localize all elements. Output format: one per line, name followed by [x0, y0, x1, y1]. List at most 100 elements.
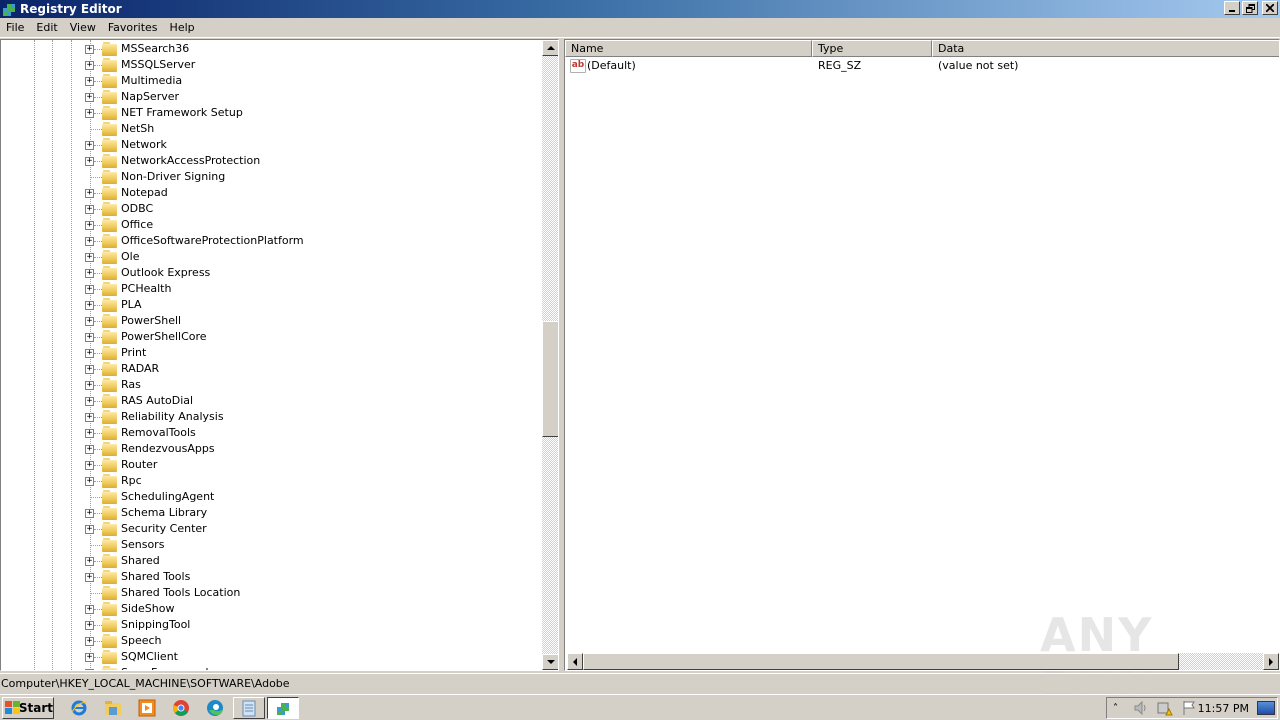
expand-icon[interactable]: + [85, 141, 94, 150]
tree-item[interactable]: + Rpc [1, 473, 542, 489]
tree-item[interactable]: + SQMClient [1, 649, 542, 665]
expand-icon[interactable]: + [85, 525, 94, 534]
expand-icon[interactable]: + [85, 621, 94, 630]
tree-item[interactable]: + Ole [1, 249, 542, 265]
tree-item[interactable]: + Network [1, 137, 542, 153]
value-row[interactable]: ab (Default) REG_SZ (value not set) [565, 58, 1279, 74]
tree-item[interactable]: + RemovalTools [1, 425, 542, 441]
expand-icon[interactable]: + [85, 669, 94, 670]
edge-icon[interactable] [205, 698, 225, 718]
tree-item[interactable]: + Notepad [1, 185, 542, 201]
tree-item[interactable]: + RendezvousApps [1, 441, 542, 457]
scroll-right-button[interactable] [1263, 653, 1279, 670]
expand-icon[interactable]: + [85, 365, 94, 374]
tree-item[interactable]: NetSh [1, 121, 542, 137]
expand-icon[interactable]: + [85, 461, 94, 470]
tree-item[interactable]: + Speech [1, 633, 542, 649]
tree-item[interactable]: + Sync Framework [1, 665, 542, 670]
horizontal-scroll-thumb[interactable] [583, 653, 1179, 670]
expand-icon[interactable]: + [85, 157, 94, 166]
tree-item[interactable]: + RAS AutoDial [1, 393, 542, 409]
minimize-button[interactable] [1224, 1, 1240, 15]
show-desktop-button[interactable] [1257, 701, 1275, 715]
registry-key-tree[interactable]: + MSSearch36 + MSSQLServer + Multimedia + NapSe… [0, 39, 559, 671]
expand-icon[interactable]: + [85, 45, 94, 54]
tree-item[interactable]: + SnippingTool [1, 617, 542, 633]
tree-item[interactable]: + NetworkAccessProtection [1, 153, 542, 169]
tree-item[interactable]: + Security Center [1, 521, 542, 537]
tree-item[interactable]: + Outlook Express [1, 265, 542, 281]
internet-explorer-icon[interactable] [69, 698, 89, 718]
expand-icon[interactable]: + [85, 93, 94, 102]
tree-item[interactable]: + Shared Tools [1, 569, 542, 585]
tree-item[interactable]: + PLA [1, 297, 542, 313]
column-header-name[interactable]: Name [565, 40, 812, 57]
expand-icon[interactable]: + [85, 557, 94, 566]
expand-icon[interactable]: + [85, 189, 94, 198]
tree-item[interactable]: + MSSQLServer [1, 57, 542, 73]
expand-icon[interactable]: + [85, 333, 94, 342]
start-button[interactable]: Start [2, 697, 54, 719]
expand-icon[interactable]: + [85, 413, 94, 422]
column-header-data[interactable]: Data [932, 40, 1279, 57]
notepad-task-button[interactable] [233, 697, 265, 719]
tree-item[interactable]: + RADAR [1, 361, 542, 377]
close-button[interactable] [1262, 1, 1278, 15]
restore-button[interactable] [1242, 1, 1258, 15]
scroll-down-button[interactable] [542, 654, 558, 670]
scroll-thumb[interactable] [542, 321, 558, 437]
show-hidden-icons-button[interactable]: ˄ [1113, 703, 1118, 714]
expand-icon[interactable]: + [85, 301, 94, 310]
expand-icon[interactable]: + [85, 445, 94, 454]
expand-icon[interactable]: + [85, 317, 94, 326]
clock[interactable]: 11:57 PM [1198, 702, 1249, 715]
menu-view[interactable]: View [64, 19, 102, 37]
tree-item[interactable]: + ODBC [1, 201, 542, 217]
tree-item[interactable]: Sensors [1, 537, 542, 553]
media-player-icon[interactable] [137, 698, 157, 718]
tree-vertical-scrollbar[interactable] [542, 40, 558, 670]
expand-icon[interactable]: + [85, 573, 94, 582]
tree-item[interactable]: + Router [1, 457, 542, 473]
tree-item[interactable]: + SideShow [1, 601, 542, 617]
tree-item[interactable]: + Multimedia [1, 73, 542, 89]
expand-icon[interactable]: + [85, 397, 94, 406]
registry-values-list[interactable]: Name Type Data ab (Default) REG_SZ (valu… [564, 39, 1280, 671]
expand-icon[interactable]: + [85, 205, 94, 214]
tree-item[interactable]: + PowerShell [1, 313, 542, 329]
scroll-left-button[interactable] [567, 653, 583, 670]
tree-item[interactable]: + PCHealth [1, 281, 542, 297]
expand-icon[interactable]: + [85, 605, 94, 614]
expand-icon[interactable]: + [85, 381, 94, 390]
expand-icon[interactable]: + [85, 221, 94, 230]
expand-icon[interactable]: + [85, 77, 94, 86]
expand-icon[interactable]: + [85, 109, 94, 118]
expand-icon[interactable]: + [85, 269, 94, 278]
menu-help[interactable]: Help [164, 19, 201, 37]
chrome-icon[interactable] [171, 698, 191, 718]
expand-icon[interactable]: + [85, 285, 94, 294]
volume-icon[interactable] [1133, 701, 1149, 715]
scroll-up-button[interactable] [542, 40, 558, 56]
tree-item[interactable]: + NET Framework Setup [1, 105, 542, 121]
network-warning-icon[interactable] [1157, 700, 1173, 716]
tree-item[interactable]: + PowerShellCore [1, 329, 542, 345]
registry-editor-task-button[interactable] [267, 697, 299, 719]
expand-icon[interactable]: + [85, 61, 94, 70]
tree-item[interactable]: Shared Tools Location [1, 585, 542, 601]
expand-icon[interactable]: + [85, 637, 94, 646]
tree-item[interactable]: + Schema Library [1, 505, 542, 521]
tree-item[interactable]: + Print [1, 345, 542, 361]
tree-item[interactable]: + OfficeSoftwareProtectionPlatform [1, 233, 542, 249]
column-header-type[interactable]: Type [812, 40, 932, 57]
tree-item[interactable]: SchedulingAgent [1, 489, 542, 505]
tree-item[interactable]: Non-Driver Signing [1, 169, 542, 185]
tree-item[interactable]: + Reliability Analysis [1, 409, 542, 425]
expand-icon[interactable]: + [85, 477, 94, 486]
menu-favorites[interactable]: Favorites [102, 19, 164, 37]
tree-item[interactable]: + Shared [1, 553, 542, 569]
expand-icon[interactable]: + [85, 237, 94, 246]
action-center-flag-icon[interactable] [1181, 700, 1197, 716]
expand-icon[interactable]: + [85, 429, 94, 438]
expand-icon[interactable]: + [85, 653, 94, 662]
